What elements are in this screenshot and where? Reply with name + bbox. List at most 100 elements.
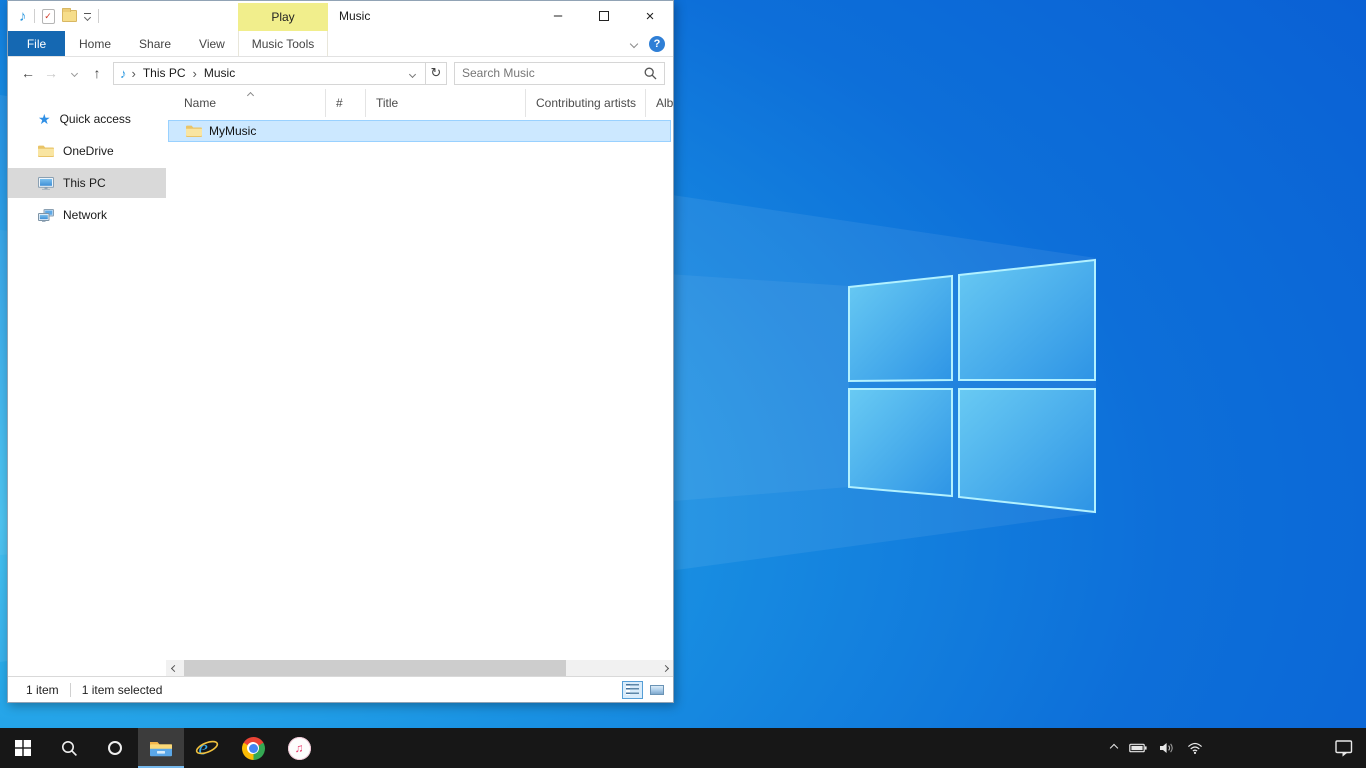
search-icon (61, 740, 78, 757)
battery-icon[interactable] (1129, 743, 1147, 753)
folder-icon (38, 145, 54, 157)
file-list-pane: Name # Title Contributing artists Alb My… (166, 89, 673, 676)
breadcrumb-separator: › (132, 67, 136, 80)
sidebar-item-network[interactable]: Network (8, 200, 166, 230)
start-button[interactable] (0, 728, 46, 768)
chevron-down-icon (70, 69, 77, 76)
file-explorer-icon (149, 739, 173, 758)
refresh-button[interactable]: ↻ (426, 62, 447, 85)
monitor-icon (38, 176, 54, 190)
large-icons-view-button[interactable] (646, 681, 667, 699)
title-bar: ♪ ✓ Play Music – × (8, 1, 673, 31)
wifi-icon[interactable] (1187, 742, 1203, 754)
forward-button[interactable]: → (41, 62, 61, 84)
details-view-button[interactable] (622, 681, 643, 699)
tab-view[interactable]: View (185, 31, 239, 56)
show-hidden-icons-button[interactable] (1110, 744, 1118, 752)
file-explorer-window: ♪ ✓ Play Music – × File Home Share View … (7, 0, 674, 703)
details-view-icon (626, 684, 639, 695)
tab-home[interactable]: Home (65, 31, 125, 56)
column-header-number[interactable]: # (326, 89, 366, 117)
window-title: Music (339, 1, 370, 31)
chevron-down-icon (83, 13, 90, 20)
sidebar-item-this-pc[interactable]: This PC (8, 168, 166, 198)
internet-explorer-icon (195, 736, 219, 760)
maximize-icon (599, 11, 609, 21)
back-button[interactable]: ← (18, 62, 38, 84)
cortana-button[interactable] (92, 728, 138, 768)
expand-ribbon-icon[interactable] (630, 39, 638, 47)
taskbar-internet-explorer-button[interactable] (184, 728, 230, 768)
search-input[interactable] (462, 66, 638, 80)
qat-separator (98, 9, 99, 23)
column-header-row: Name # Title Contributing artists Alb (166, 89, 673, 117)
minimize-button[interactable]: – (535, 1, 581, 31)
sidebar-item-label: This PC (63, 176, 106, 190)
breadcrumb-music[interactable]: Music (202, 66, 237, 80)
chevron-right-icon (661, 664, 668, 671)
navigation-bar: ← → ↑ ♪ › This PC › Music ↻ (8, 57, 673, 89)
scroll-right-button[interactable] (657, 660, 673, 676)
column-header-album[interactable]: Alb (646, 89, 673, 117)
taskbar-search-button[interactable] (46, 728, 92, 768)
breadcrumb-separator: › (193, 67, 197, 80)
quick-access-toolbar: ♪ ✓ (8, 9, 99, 24)
sidebar-item-onedrive[interactable]: OneDrive (8, 136, 166, 166)
tab-music-tools[interactable]: Music Tools (238, 31, 328, 56)
thumbnail-view-icon (650, 685, 664, 695)
ribbon-tab-row: File Home Share View Music Tools ? (8, 31, 673, 57)
chevron-down-icon (409, 71, 416, 78)
chevron-left-icon (170, 664, 177, 671)
qat-separator (34, 9, 35, 23)
scrollbar-thumb[interactable] (184, 660, 566, 676)
taskbar: ♫ (0, 728, 1366, 768)
chrome-icon (242, 737, 265, 760)
itunes-icon: ♫ (288, 737, 311, 760)
scrollbar-track[interactable] (182, 660, 657, 676)
properties-icon[interactable]: ✓ (42, 9, 55, 24)
address-dropdown-button[interactable] (406, 66, 419, 80)
taskbar-itunes-button[interactable]: ♫ (276, 728, 322, 768)
windows-logo-icon (15, 740, 31, 756)
status-bar: 1 item 1 item selected (8, 676, 673, 702)
file-list-empty-area (166, 142, 673, 660)
qat-customize-button[interactable] (84, 13, 91, 20)
search-icon[interactable] (644, 67, 657, 80)
action-center-icon[interactable] (1335, 740, 1353, 757)
sidebar-item-label: Network (63, 208, 107, 222)
scroll-left-button[interactable] (166, 660, 182, 676)
address-bar[interactable]: ♪ › This PC › Music (113, 62, 426, 85)
location-music-note-icon: ♪ (120, 66, 127, 81)
sidebar-item-label: OneDrive (63, 144, 114, 158)
item-count: 1 item (26, 683, 59, 697)
sidebar-item-label: Quick access (60, 112, 131, 126)
status-divider (70, 683, 71, 697)
new-folder-icon[interactable] (62, 10, 77, 22)
breadcrumb-this-pc[interactable]: This PC (141, 66, 188, 80)
recent-locations-button[interactable] (64, 62, 84, 84)
help-button[interactable]: ? (649, 36, 665, 52)
folder-icon (186, 125, 202, 137)
file-row-mymusic[interactable]: MyMusic (168, 120, 671, 142)
horizontal-scrollbar[interactable] (166, 660, 673, 676)
column-header-name[interactable]: Name (166, 89, 326, 117)
taskbar-file-explorer-button[interactable] (138, 728, 184, 768)
sidebar-item-quick-access[interactable]: ★ Quick access (8, 104, 166, 134)
close-button[interactable]: × (627, 1, 673, 31)
column-header-contributing-artists[interactable]: Contributing artists (526, 89, 646, 117)
volume-icon[interactable] (1159, 742, 1175, 754)
tab-share[interactable]: Share (125, 31, 185, 56)
system-tray (1111, 740, 1366, 757)
search-box (454, 62, 665, 85)
maximize-button[interactable] (581, 1, 627, 31)
sort-ascending-icon (247, 92, 254, 99)
contextual-group-play[interactable]: Play (238, 3, 328, 31)
navigation-pane: ★ Quick access OneDrive This PC Network (8, 89, 166, 676)
star-icon: ★ (38, 112, 51, 126)
taskbar-chrome-button[interactable] (230, 728, 276, 768)
column-header-title[interactable]: Title (366, 89, 526, 117)
up-button[interactable]: ↑ (87, 62, 107, 84)
selection-count: 1 item selected (82, 683, 163, 697)
tab-file[interactable]: File (8, 31, 65, 56)
cortana-icon (108, 741, 122, 755)
